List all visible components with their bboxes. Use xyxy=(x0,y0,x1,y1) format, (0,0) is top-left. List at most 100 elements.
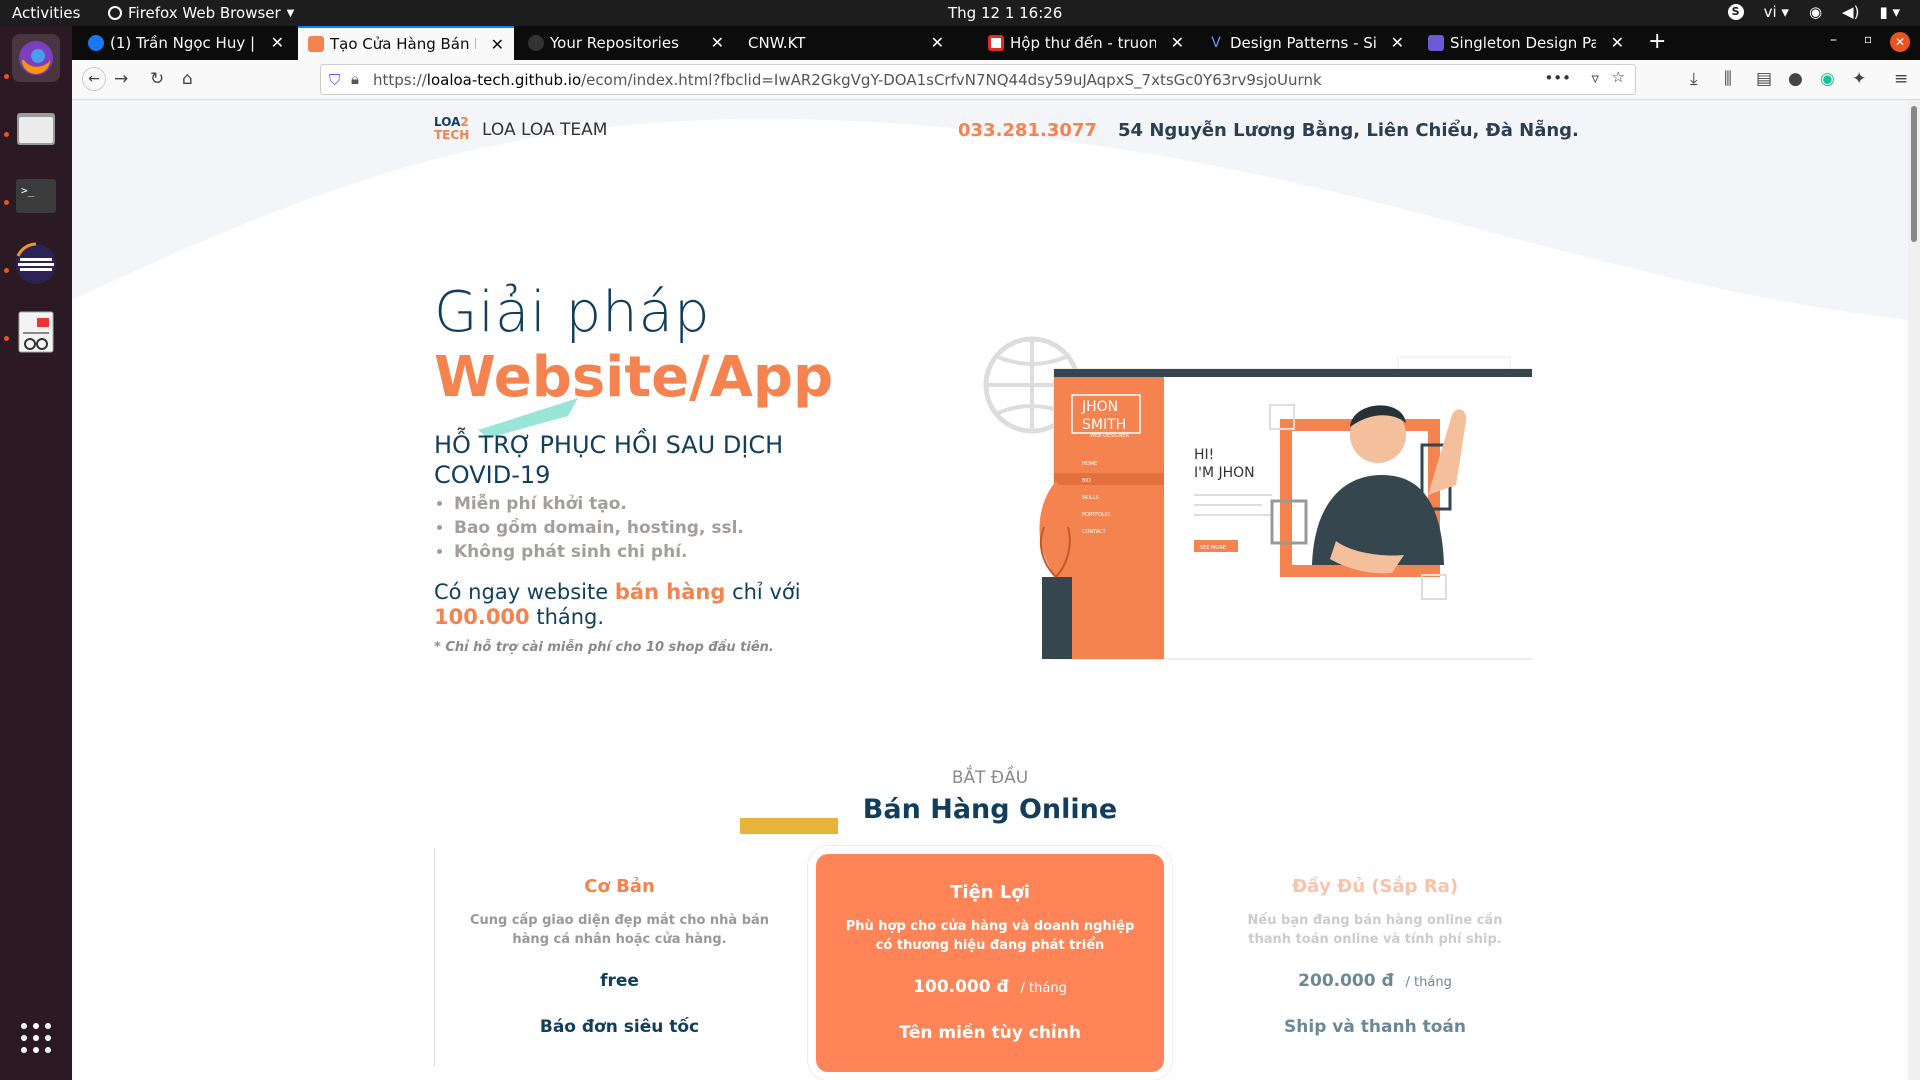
chevron-down-icon: ▼ xyxy=(286,7,295,19)
scrollbar-thumb[interactable] xyxy=(1911,106,1917,242)
loa-tech-logo[interactable]: LOA2 TECH xyxy=(434,116,469,146)
tab-title: (1) Trần Ngọc Huy | Facebook xyxy=(110,34,256,52)
terminal-dock-icon[interactable]: >_ xyxy=(12,172,60,220)
tab-repositories[interactable]: Your Repositories ✕ xyxy=(518,26,734,60)
account-icon[interactable]: ● xyxy=(1788,69,1803,89)
phone-number[interactable]: 033.281.3077 xyxy=(958,120,1097,141)
forward-icon[interactable]: → xyxy=(114,69,128,89)
navigation-toolbar: ← → ↻ ⌂ ⛉ 🔒︎ https://loaloa-tech.github.… xyxy=(72,60,1920,100)
close-tab-icon[interactable]: ✕ xyxy=(491,35,504,54)
library-icon[interactable]: ⫼ xyxy=(1724,69,1732,89)
grid-icon xyxy=(21,1023,51,1053)
tab-title: Hộp thư đến - truongduc xyxy=(1010,34,1156,52)
extension-icon[interactable]: ✦ xyxy=(1852,69,1866,89)
more-icon[interactable]: ••• xyxy=(1544,69,1571,87)
svg-text:SKILLS: SKILLS xyxy=(1082,495,1099,501)
plan-feature: Báo đơn siêu tốc xyxy=(539,1017,700,1037)
battery-icon[interactable]: ▮ ▾ xyxy=(1879,3,1900,21)
document-viewer-dock-icon[interactable] xyxy=(12,308,60,356)
lock-icon[interactable]: 🔒︎ xyxy=(351,70,359,88)
close-tab-icon[interactable]: ✕ xyxy=(1611,33,1624,52)
activities-button[interactable]: Activities xyxy=(12,4,80,22)
tab-title: Tạo Cửa Hàng Bán Lẻ Online xyxy=(330,35,476,53)
tab-singleton[interactable]: Singleton Design Pattern ✕ xyxy=(1418,26,1634,60)
clock[interactable]: Thg 12 1 16:26 xyxy=(948,4,1062,22)
plan-price: 200.000 đ / tháng xyxy=(1298,971,1452,991)
app-menu[interactable]: Firefox Web Browser ▼ xyxy=(108,4,294,22)
pricing-card-convenient[interactable]: Tiện Lợi Phù hợp cho cửa hàng và doanh n… xyxy=(816,854,1164,1072)
sidebar-icon[interactable]: ▤ xyxy=(1756,69,1772,89)
team-name[interactable]: LOA LOA TEAM xyxy=(482,120,607,140)
plan-price: 100.000 đ / tháng xyxy=(913,977,1067,997)
tab-strip: (1) Trần Ngọc Huy | Facebook ✕ Tạo Cửa H… xyxy=(72,26,1920,60)
tab-gmail[interactable]: Hộp thư đến - truongduc ✕ xyxy=(978,26,1194,60)
close-tab-icon[interactable]: ✕ xyxy=(1391,33,1404,52)
restore-button[interactable]: ▫ xyxy=(1864,32,1872,46)
github-icon xyxy=(528,35,544,51)
wifi-icon[interactable]: ◉ xyxy=(1809,3,1822,21)
plan-name: Tiện Lợi xyxy=(950,882,1030,903)
bullet-item: Không phát sinh chi phí. xyxy=(454,540,744,564)
close-window-button[interactable]: ✕ xyxy=(1890,32,1910,52)
download-icon[interactable]: ⤓ xyxy=(1690,69,1698,89)
back-icon[interactable]: ← xyxy=(82,67,106,91)
pocket-icon[interactable]: ▿ xyxy=(1591,69,1599,87)
grammarly-icon[interactable]: ◉ xyxy=(1820,69,1835,89)
minimize-button[interactable]: – xyxy=(1830,32,1837,48)
hero-title-line1: Giải pháp xyxy=(434,280,711,345)
plan-feature: Tên miền tùy chỉnh xyxy=(899,1023,1081,1043)
svg-text:WEB DESIGNER: WEB DESIGNER xyxy=(1090,433,1130,439)
show-applications-button[interactable] xyxy=(20,1022,52,1054)
running-indicator xyxy=(4,74,9,79)
hero-bullets: Miễn phí khởi tạo. Bao gồm domain, hosti… xyxy=(454,492,744,564)
svg-text:CONTACT: CONTACT xyxy=(1082,529,1107,535)
tab-design-patterns[interactable]: V Design Patterns - Singleton ✕ xyxy=(1198,26,1414,60)
firefox-dock-icon[interactable] xyxy=(12,34,60,82)
pricing-card-full[interactable]: Đầy Đủ (Sắp Ra) Nếu bạn đang bán hàng on… xyxy=(1190,848,1560,1066)
bullet-item: Bao gồm domain, hosting, ssl. xyxy=(454,516,744,540)
bookmark-star-icon[interactable]: ☆ xyxy=(1612,68,1625,86)
refactoring-icon xyxy=(1428,35,1444,51)
bullet-item: Miễn phí khởi tạo. xyxy=(454,492,744,516)
url-text: https://loaloa-tech.github.io/ecom/index… xyxy=(373,71,1322,89)
eclipse-icon xyxy=(16,242,56,284)
eclipse-dock-icon[interactable] xyxy=(12,240,60,288)
close-tab-icon[interactable]: ✕ xyxy=(1171,33,1184,52)
svg-text:BIO: BIO xyxy=(1082,478,1091,484)
url-bar[interactable]: ⛉ 🔒︎ https://loaloa-tech.github.io/ecom/… xyxy=(320,64,1636,95)
app-name: Firefox Web Browser xyxy=(128,4,281,22)
files-dock-icon[interactable] xyxy=(12,104,60,152)
plan-feature: Ship và thanh toán xyxy=(1284,1017,1466,1037)
page-scrollbar[interactable] xyxy=(1908,100,1920,1080)
menu-icon[interactable]: ≡ xyxy=(1894,69,1908,89)
running-indicator xyxy=(4,200,9,205)
language-indicator[interactable]: vi ▾ xyxy=(1764,3,1789,21)
folder-icon xyxy=(17,113,55,145)
hero-offer: Có ngay website bán hàng chỉ với 100.000… xyxy=(434,580,801,629)
volume-icon[interactable]: ◀) xyxy=(1842,3,1859,21)
home-icon[interactable]: ⌂ xyxy=(182,69,193,89)
tab-title: Design Patterns - Singleton xyxy=(1230,34,1376,52)
skype-icon[interactable]: S xyxy=(1727,4,1744,20)
reload-icon[interactable]: ↻ xyxy=(150,69,164,89)
firefox-icon xyxy=(19,41,53,75)
gmail-icon xyxy=(988,35,1004,51)
tab-store[interactable]: Tạo Cửa Hàng Bán Lẻ Online ✕ xyxy=(298,26,514,60)
section-eyebrow: BẮT ĐẦU xyxy=(951,768,1029,788)
tab-facebook[interactable]: (1) Trần Ngọc Huy | Facebook ✕ xyxy=(78,26,294,60)
plan-price: free xyxy=(600,971,639,991)
hero-note: * Chỉ hỗ trợ cài miễn phí cho 10 shop đầ… xyxy=(434,640,774,655)
running-indicator xyxy=(4,132,9,137)
close-tab-icon[interactable]: ✕ xyxy=(931,33,944,52)
close-tab-icon[interactable]: ✕ xyxy=(271,33,284,52)
tab-cnw[interactable]: CNW.KT ✕ xyxy=(738,26,954,60)
shield-icon[interactable]: ⛉ xyxy=(329,71,340,89)
page-content: LOA2 TECH LOA LOA TEAM 033.281.3077 54 Ng… xyxy=(72,100,1908,1080)
plan-description: Phù hợp cho cửa hàng và doanh nghiệp có … xyxy=(845,919,1135,953)
svg-text:HI!: HI! xyxy=(1194,447,1214,463)
pricing-card-basic[interactable]: Cơ Bản Cung cấp giao diện đẹp mắt cho nh… xyxy=(434,848,804,1066)
system-top-bar: Activities Firefox Web Browser ▼ Thg 12 … xyxy=(0,0,1920,26)
new-tab-button[interactable]: + xyxy=(1648,29,1666,54)
close-tab-icon[interactable]: ✕ xyxy=(711,33,724,52)
dock: >_ xyxy=(0,26,72,1080)
